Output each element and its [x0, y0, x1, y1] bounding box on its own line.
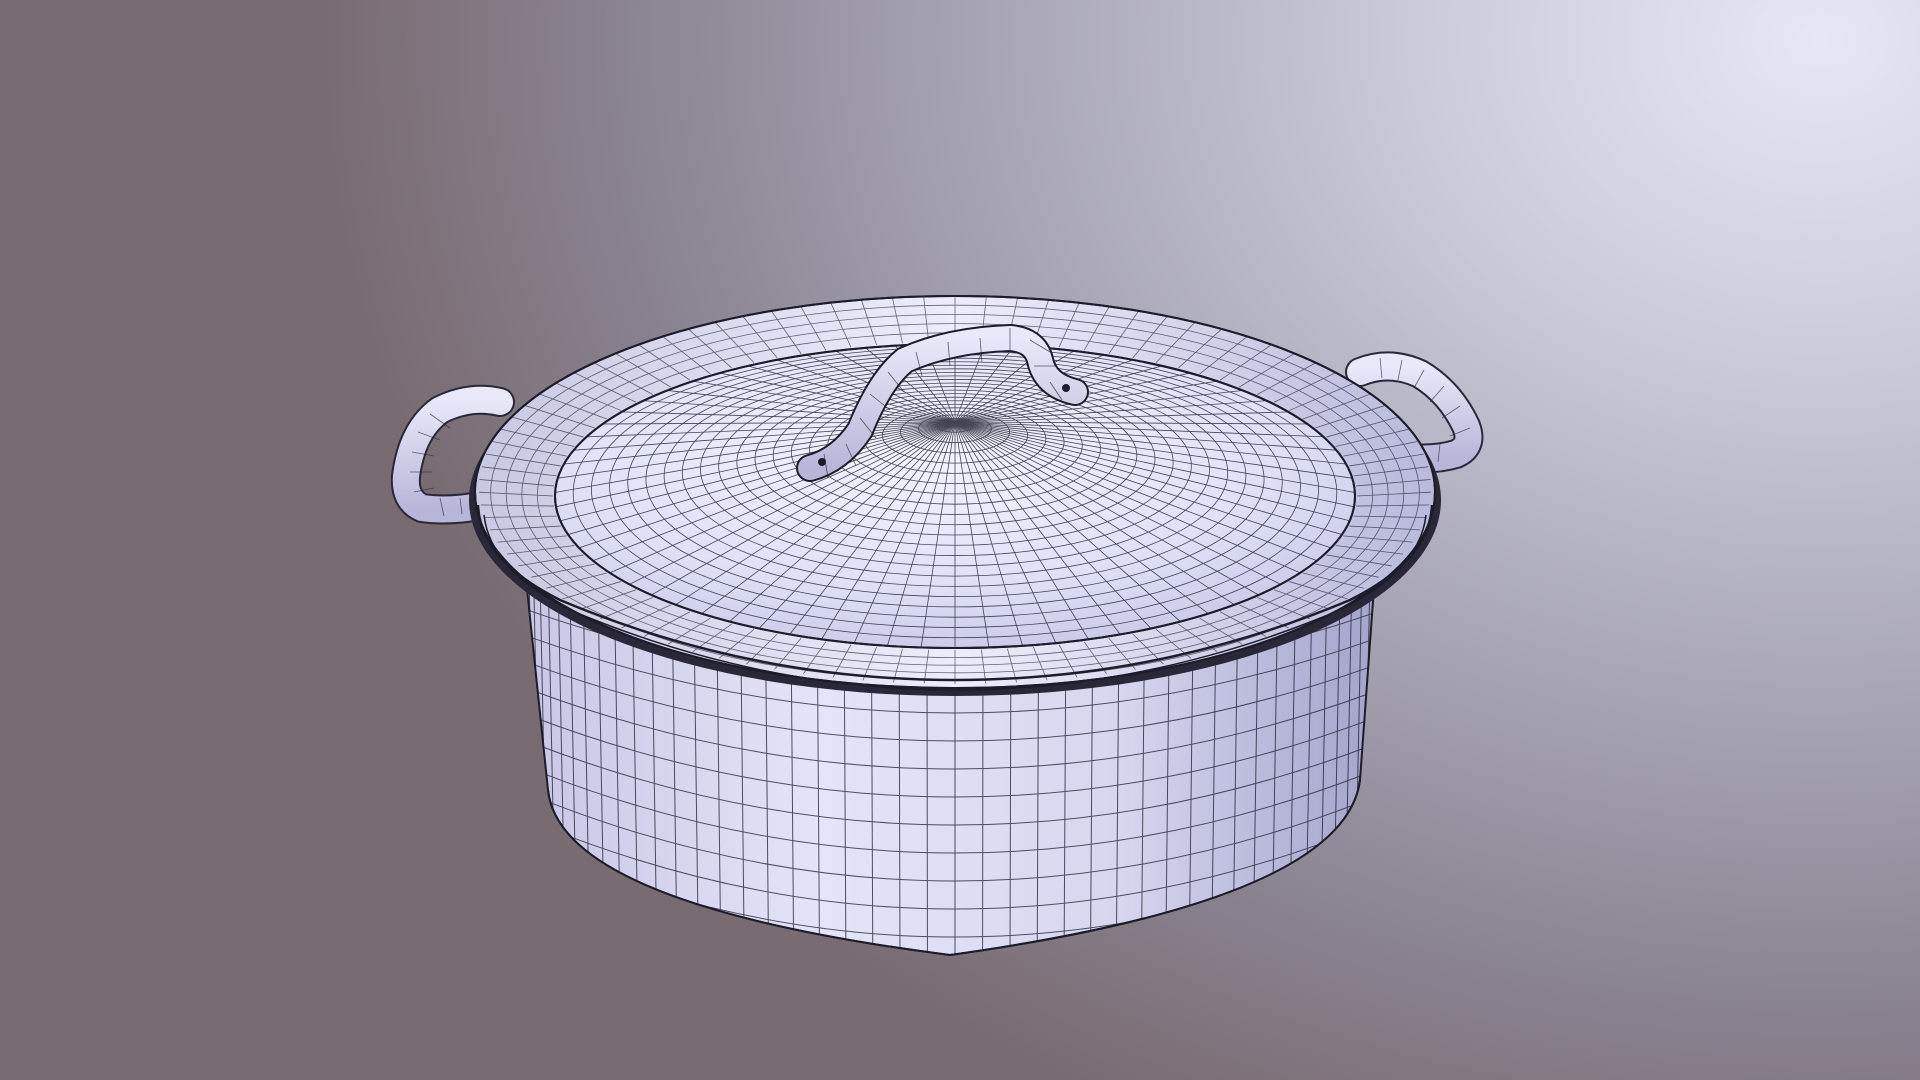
- 3d-viewport[interactable]: [0, 0, 1920, 1080]
- model-canvas[interactable]: [0, 0, 1920, 1080]
